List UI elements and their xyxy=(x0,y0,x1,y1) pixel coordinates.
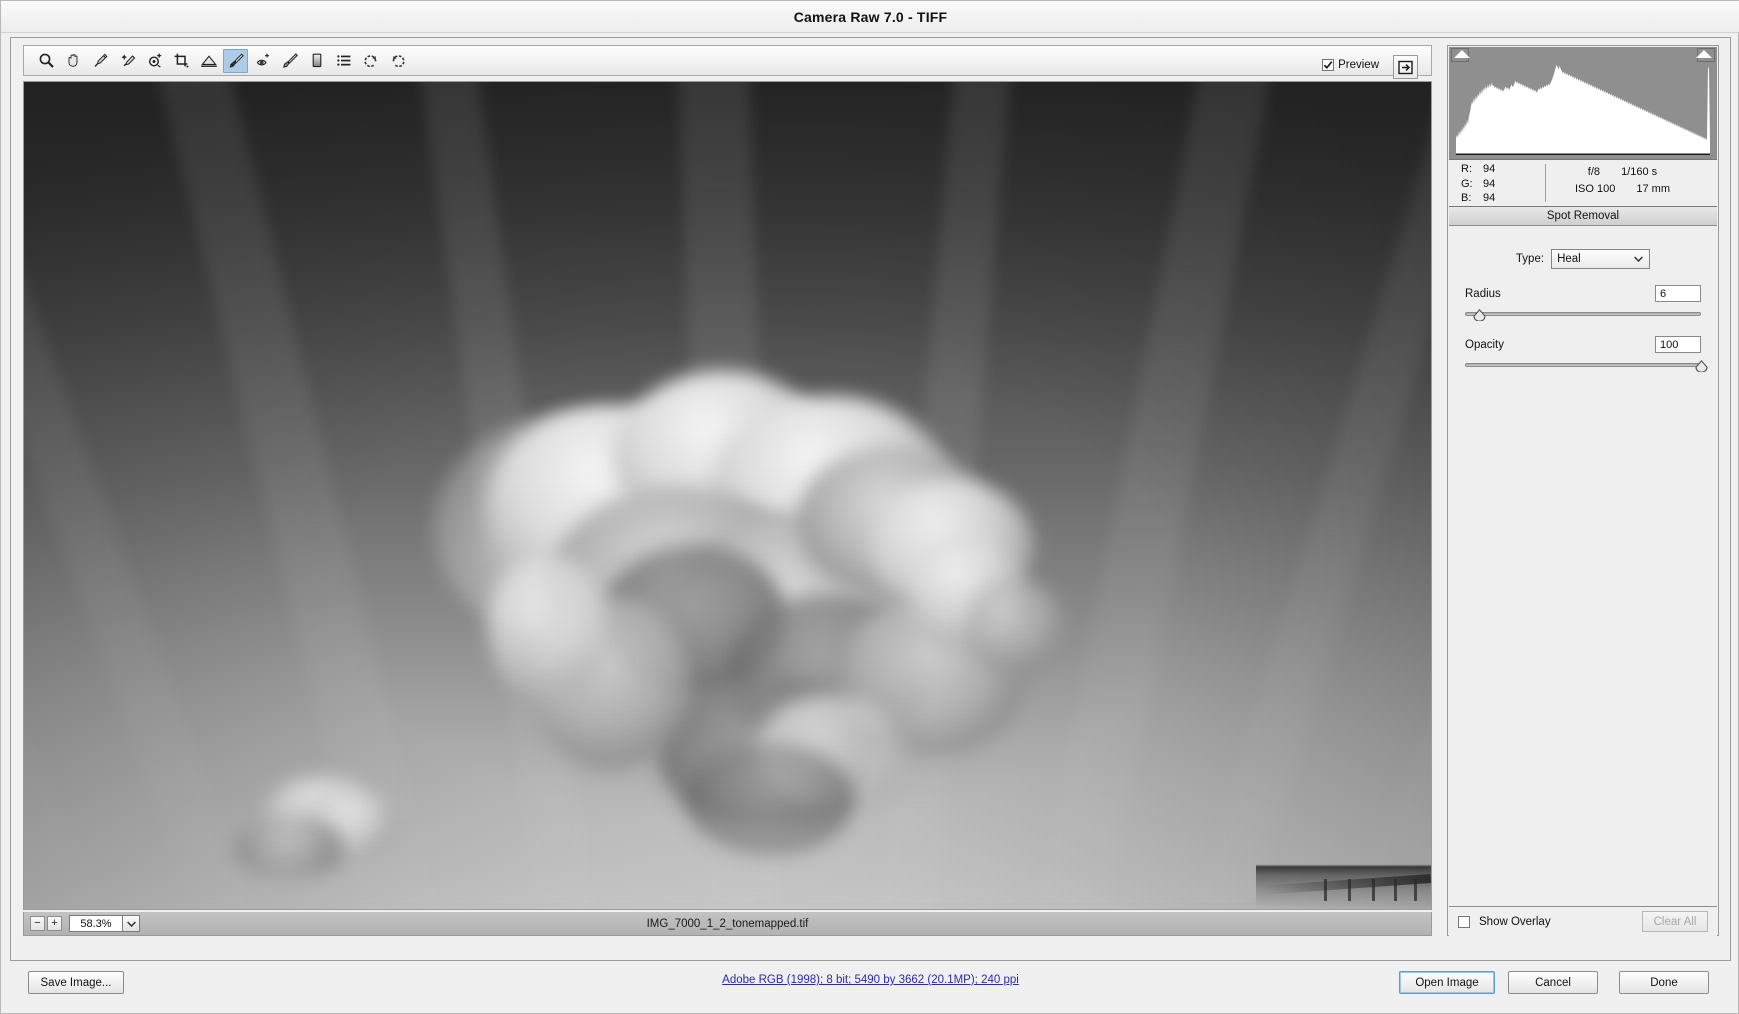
opacity-slider-knob[interactable] xyxy=(1695,359,1708,373)
done-button[interactable]: Done xyxy=(1619,971,1709,994)
exif-shutter: 1/160 s xyxy=(1621,166,1658,178)
rotate-left-tool[interactable] xyxy=(358,49,383,73)
targeted-adjustment-tool[interactable] xyxy=(142,49,167,73)
rgb-r-key: R: xyxy=(1461,163,1472,175)
rgb-b-key: B: xyxy=(1461,192,1472,204)
rgb-b-value: 94 xyxy=(1483,192,1496,204)
radius-label: Radius xyxy=(1465,287,1501,300)
radius-slider[interactable] xyxy=(1465,308,1701,322)
radius-slider-group: Radius 6 xyxy=(1449,285,1717,322)
crop-tool[interactable] xyxy=(169,49,194,73)
show-overlay-label: Show Overlay xyxy=(1479,915,1551,928)
overlay-row: Show Overlay Clear All xyxy=(1449,906,1717,936)
radius-value-field[interactable]: 6 xyxy=(1655,285,1701,302)
panel-title-spot-removal: Spot Removal xyxy=(1449,207,1717,226)
preview-label: Preview xyxy=(1338,59,1379,71)
hand-tool[interactable] xyxy=(61,49,86,73)
straighten-tool[interactable] xyxy=(196,49,221,73)
exif-iso: ISO 100 xyxy=(1574,183,1616,195)
histogram xyxy=(1449,47,1717,159)
rgb-readout: R: 94 G: 94 B: 94 xyxy=(1449,160,1545,206)
right-panel: R: 94 G: 94 B: 94 f/8 1/160 s ISO 100 17 mm xyxy=(1447,45,1719,936)
zoom-tool[interactable] xyxy=(34,49,59,73)
image-info-row: R: 94 G: 94 B: 94 f/8 1/160 s ISO 100 17 mm xyxy=(1449,159,1717,207)
spot-removal-panel-body: Type: Heal Radius 6 Opacity 100 xyxy=(1449,226,1717,906)
type-select-value: Heal xyxy=(1557,253,1581,265)
white-balance-tool[interactable] xyxy=(88,49,113,73)
preview-checkbox[interactable] xyxy=(1322,59,1335,71)
exif-focal-length: 17 mm xyxy=(1636,183,1671,195)
rotate-right-tool[interactable] xyxy=(385,49,410,73)
radius-slider-knob[interactable] xyxy=(1473,308,1486,322)
histogram-plot xyxy=(1456,63,1710,155)
footer-bar: Save Image... Adobe RGB (1998); 8 bit; 5… xyxy=(10,963,1731,1005)
opacity-label: Opacity xyxy=(1465,338,1504,351)
main-frame: Preview − + 58.3% IMG_7000_1_2_tonemappe… xyxy=(10,37,1731,961)
rgb-r-value: 94 xyxy=(1483,163,1496,175)
graduated-filter-tool[interactable] xyxy=(304,49,329,73)
opacity-slider[interactable] xyxy=(1465,359,1708,373)
toolbar: Preview xyxy=(23,45,1432,79)
preview-toggle[interactable]: Preview xyxy=(1322,59,1379,71)
title-bar: Camera Raw 7.0 - TIFF xyxy=(1,1,1739,33)
adjustment-brush-tool[interactable] xyxy=(277,49,302,73)
shadow-clipping-warning-icon[interactable] xyxy=(1454,50,1470,58)
window-title: Camera Raw 7.0 - TIFF xyxy=(793,8,948,25)
rgb-g-value: 94 xyxy=(1483,177,1496,190)
type-select[interactable]: Heal xyxy=(1551,249,1651,269)
presets-tool[interactable] xyxy=(331,49,356,73)
spot-removal-tool[interactable] xyxy=(223,48,248,73)
red-eye-removal-tool[interactable] xyxy=(250,49,275,73)
image-preview-canvas[interactable] xyxy=(23,81,1432,910)
camera-raw-window: Camera Raw 7.0 - TIFF Preview − + 58.3% … xyxy=(0,0,1739,1014)
cancel-button[interactable]: Cancel xyxy=(1508,971,1598,994)
photo-image xyxy=(24,82,1431,909)
highlight-clipping-warning-icon[interactable] xyxy=(1696,50,1712,58)
opacity-value-field[interactable]: 100 xyxy=(1655,336,1701,353)
type-row: Type: Heal xyxy=(1449,226,1717,269)
opacity-slider-group: Opacity 100 xyxy=(1449,336,1717,373)
show-overlay-checkbox[interactable] xyxy=(1458,915,1470,928)
exif-readout: f/8 1/160 s ISO 100 17 mm xyxy=(1546,160,1717,206)
fullscreen-toggle-button[interactable] xyxy=(1393,55,1418,79)
open-image-button[interactable]: Open Image xyxy=(1399,971,1495,994)
chevron-down-icon xyxy=(1634,253,1643,265)
color-sampler-tool[interactable] xyxy=(115,49,140,73)
filename-label: IMG_7000_1_2_tonemapped.tif xyxy=(646,917,809,930)
exif-aperture: f/8 xyxy=(1587,166,1601,178)
canvas-status-bar: − + 58.3% IMG_7000_1_2_tonemapped.tif xyxy=(23,912,1432,936)
type-label: Type: xyxy=(1515,253,1545,265)
clear-all-button[interactable]: Clear All xyxy=(1642,911,1708,932)
rgb-g-key: G: xyxy=(1461,177,1473,190)
film-grain xyxy=(24,82,1431,909)
